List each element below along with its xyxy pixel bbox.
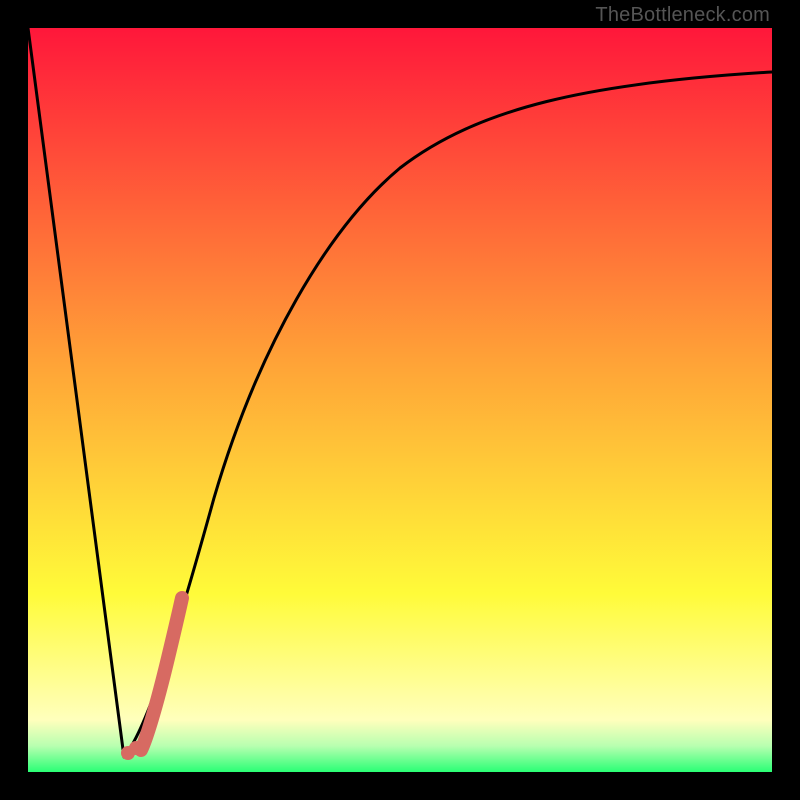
bottleneck-curve: [28, 28, 772, 772]
watermark-text: TheBottleneck.com: [595, 4, 770, 27]
plot-area: [28, 28, 772, 772]
chart-frame: TheBottleneck.com: [0, 0, 800, 800]
